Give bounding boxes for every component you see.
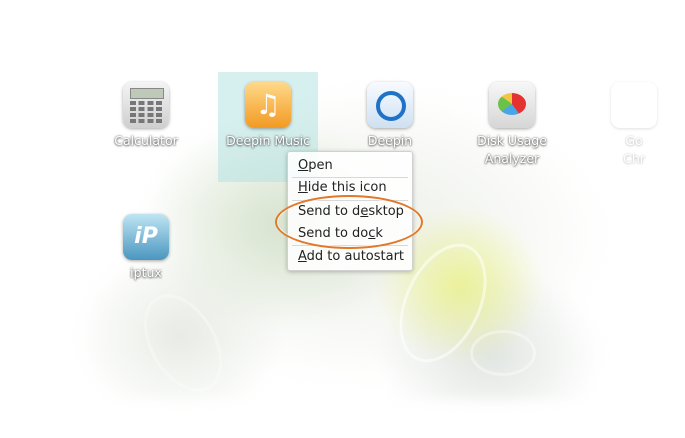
disk-usage-analyzer-icon	[489, 82, 535, 128]
app-label: Go	[625, 133, 643, 148]
app-label-line2: Chr	[623, 151, 645, 166]
app-iptux[interactable]: iP iptux	[96, 214, 196, 282]
iptux-icon: iP	[123, 214, 169, 260]
menu-item-add-to-autostart[interactable]: Add to autostart	[298, 247, 404, 267]
app-google-chrome[interactable]: Go Chr	[584, 82, 684, 168]
app-label: Disk Usage	[477, 133, 547, 148]
wallpaper-leaf-decoration	[470, 330, 536, 376]
app-disk-usage-analyzer[interactable]: Disk Usage Analyzer	[462, 82, 562, 168]
chrome-icon	[611, 82, 657, 128]
app-label: Deepin	[367, 133, 413, 148]
app-label: Calculator	[114, 133, 178, 148]
menu-item-open[interactable]: Open	[298, 156, 333, 176]
deepin-music-icon: ♫	[245, 82, 291, 128]
app-deepin[interactable]: Deepin	[340, 82, 440, 150]
deepin-icon	[367, 82, 413, 128]
menu-mnemonic: O	[298, 158, 309, 173]
calculator-icon	[123, 82, 169, 128]
menu-mnemonic: A	[298, 249, 307, 264]
app-calculator[interactable]: Calculator	[96, 82, 196, 162]
menu-mnemonic: H	[298, 180, 308, 195]
app-label: Deepin Music	[226, 133, 310, 148]
highlight-ellipse	[275, 195, 423, 249]
app-label: iptux	[130, 265, 162, 280]
app-label-line2: Analyzer	[484, 151, 540, 166]
